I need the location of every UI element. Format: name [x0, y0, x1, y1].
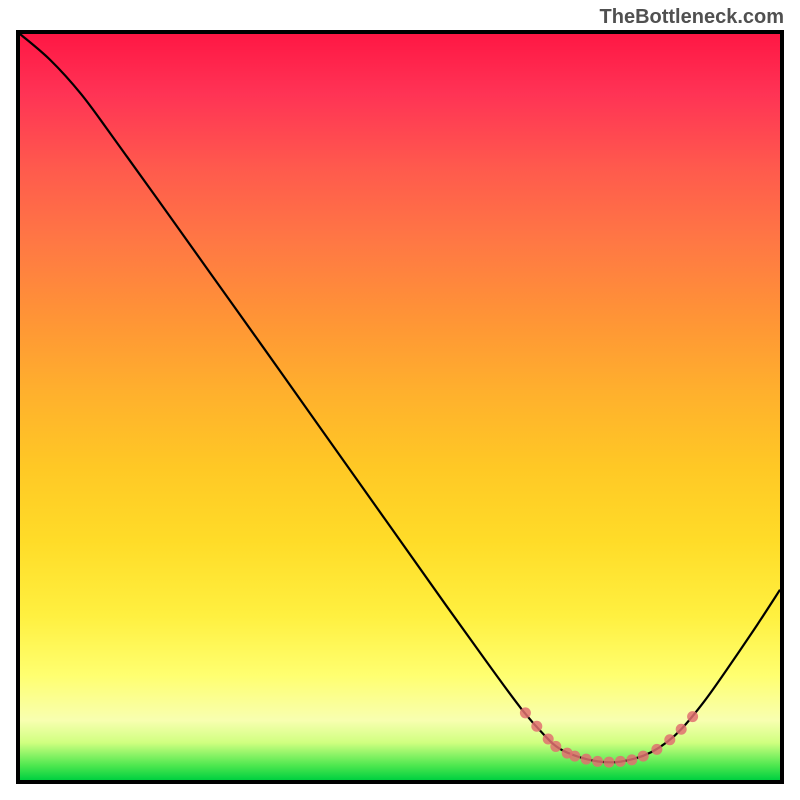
curve-marker — [664, 734, 675, 745]
bottleneck-curve — [20, 34, 780, 762]
curve-marker — [520, 707, 531, 718]
curve-marker — [581, 754, 592, 765]
curve-marker — [604, 757, 615, 768]
curve-markers — [520, 707, 698, 767]
curve-marker — [592, 756, 603, 767]
curve-marker — [687, 711, 698, 722]
curve-marker — [569, 751, 580, 762]
chart-plot-area — [16, 30, 784, 784]
curve-marker — [550, 741, 561, 752]
curve-marker — [676, 724, 687, 735]
chart-svg — [20, 34, 780, 780]
watermark-text: TheBottleneck.com — [600, 6, 784, 29]
curve-marker — [615, 756, 626, 767]
curve-marker — [626, 754, 637, 765]
curve-marker — [531, 721, 542, 732]
curve-marker — [651, 744, 662, 755]
curve-marker — [638, 751, 649, 762]
